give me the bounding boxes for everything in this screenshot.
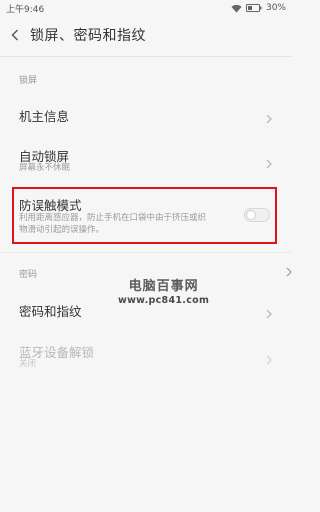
page-title: 锁屏、密码和指纹 [30,28,146,44]
header: 锁屏、密码和指纹 [0,18,292,52]
chevron-right-icon [286,262,292,281]
status-bar: 上午9:46 30% [0,0,292,16]
owner-info-label: 机主信息 [19,109,70,124]
header-divider [0,56,292,57]
watermark-url: www.pc841.com [118,295,210,306]
bluetooth-unlock-row[interactable]: 蓝牙设备解锁 关闭 [0,336,292,376]
section-label-password: 密码 [19,270,38,280]
password-fingerprint-label: 密码和指纹 [19,304,82,319]
back-button[interactable] [0,18,30,52]
owner-info-row[interactable]: 机主信息 [0,95,292,135]
wifi-icon [231,4,242,13]
chevron-right-icon [266,350,272,369]
highlight-box [12,187,277,244]
section-label-lock-screen: 锁屏 [19,76,38,86]
chevron-right-icon [266,109,272,128]
watermark: 电脑百事网 www.pc841.com [118,280,209,308]
auto-lock-row[interactable]: 自动锁屏 屏幕永不休眠 [0,140,292,180]
watermark-name: 电脑百事网 [128,279,199,294]
bluetooth-unlock-value: 关闭 [19,359,37,369]
back-arrow-icon [11,26,19,45]
chevron-right-icon [266,154,272,173]
auto-lock-value: 屏幕永不休眠 [19,163,71,173]
section-divider [0,252,292,253]
status-icons: 30% [231,3,286,13]
battery-percent: 30% [265,3,286,13]
battery-icon [245,4,262,12]
status-time: 上午9:46 [6,4,45,15]
chevron-right-icon [266,304,272,323]
